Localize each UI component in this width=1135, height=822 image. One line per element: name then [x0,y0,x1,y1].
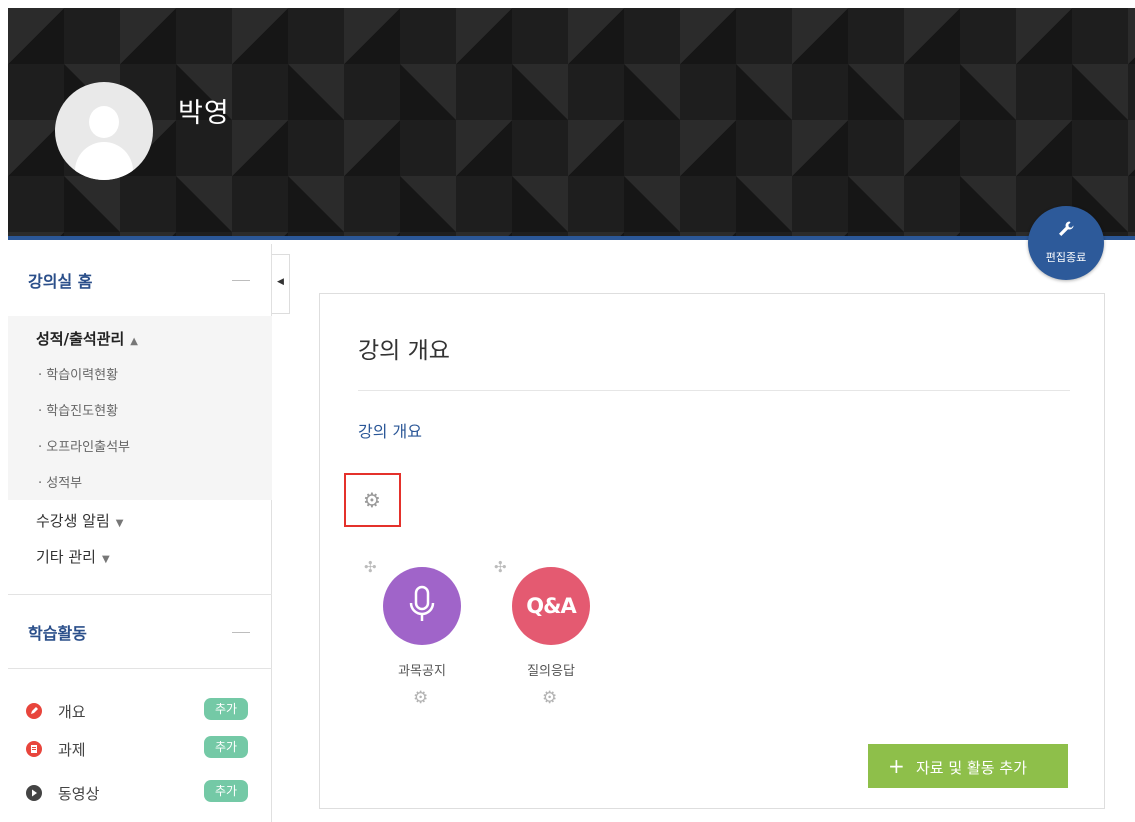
user-avatar [55,82,153,180]
chevron-left-icon: ◀ [277,277,284,287]
move-icon[interactable]: ✣ [364,558,377,576]
collapse-activities-button[interactable] [232,632,250,633]
sidebar: 강의실 홈 성적/출석관리 ▲ · 학습이력현황 · 학습진도현황 · 오프라인출… [8,244,272,822]
caret-up-icon: ▲ [130,336,138,347]
section-settings-button[interactable]: ⚙ [344,473,401,527]
sidebar-divider [8,594,272,595]
gear-icon[interactable]: ⚙ [413,688,428,708]
sidebar-section-course-home: 강의실 홈 [8,244,272,316]
plus-icon: + [888,754,905,778]
submenu-learning-progress[interactable]: · 학습진도현황 [38,400,118,419]
add-video-button[interactable]: 추가 [204,780,248,802]
pencil-icon [26,703,42,719]
course-overview-link[interactable]: 강의 개요 [358,418,422,442]
sidebar-toggle-button[interactable]: ◀ [272,254,290,314]
microphone-icon [409,585,435,621]
avatar-body [75,142,133,180]
submenu-learning-history[interactable]: · 학습이력현황 [38,364,118,383]
course-overview-card: 강의 개요 강의 개요 ⚙ ✣ 과목공지 ⚙ ✣ Q&A 질의응답 ⚙ + 자료… [319,293,1105,809]
course-page: 박영 편집종료 강의실 홈 성적/출석관리 ▲ · 학습이력현황 · 학습진도현황… [0,0,1135,822]
caret-down-icon: ▼ [115,518,124,529]
document-icon [26,741,42,757]
sidebar-section-activities: 학습활동 [8,596,272,668]
activity-label: 과제 [58,741,86,759]
sidebar-divider [8,668,272,669]
notice-activity-icon[interactable] [383,567,461,645]
gear-icon: ⚙ [363,488,381,512]
submenu-offline-attendance[interactable]: · 오프라인출석부 [38,436,130,455]
qa-activity-name[interactable]: 질의응답 [501,660,601,679]
activity-row-video: 동영상 추가 [26,780,256,806]
menu-other-management[interactable]: 기타 관리 ▼ [36,546,110,567]
edit-mode-off-button[interactable]: 편집종료 [1028,206,1104,280]
course-home-title[interactable]: 강의실 홈 [28,268,92,292]
menu-grades-attendance[interactable]: 성적/출석관리 ▲ [36,328,138,349]
course-header-banner: 박영 [8,8,1135,240]
activities-title[interactable]: 학습활동 [28,620,87,644]
caret-down-icon: ▼ [101,554,110,565]
user-name: 박영 [178,98,230,129]
section-divider [358,390,1070,391]
section-title: 강의 개요 [358,338,450,364]
menu-student-notification[interactable]: 수강생 알림 ▼ [36,510,123,531]
activity-row-assignment: 과제 추가 [26,736,256,762]
avatar-head [89,106,119,138]
add-assignment-button[interactable]: 추가 [204,736,248,758]
add-resource-activity-button[interactable]: + 자료 및 활동 추가 [868,744,1068,788]
activity-label: 개요 [58,703,86,721]
activity-label: 동영상 [58,785,100,803]
gear-icon[interactable]: ⚙ [542,688,557,708]
move-icon[interactable]: ✣ [494,558,507,576]
activity-row-overview: 개요 추가 [26,698,256,724]
submenu-gradebook[interactable]: · 성적부 [38,472,82,491]
collapse-course-home-button[interactable] [232,280,250,281]
edit-button-label: 편집종료 [1045,251,1087,264]
add-resource-label: 자료 및 활동 추가 [916,759,1027,777]
notice-activity-name[interactable]: 과목공지 [372,660,472,679]
qa-activity-icon[interactable]: Q&A [512,567,590,645]
wrench-icon [1059,221,1074,236]
play-icon [26,785,42,801]
add-overview-button[interactable]: 추가 [204,698,248,720]
